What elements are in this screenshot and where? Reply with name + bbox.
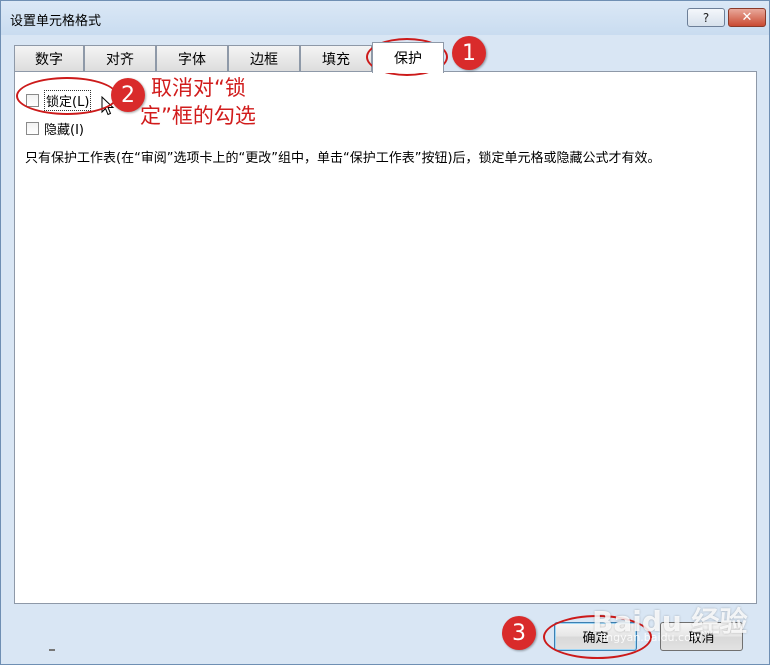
- locked-checkbox[interactable]: [26, 94, 39, 107]
- tab-font[interactable]: 字体: [156, 45, 228, 72]
- locked-option[interactable]: 锁定(L): [26, 90, 92, 111]
- tab-border[interactable]: 边框: [228, 45, 300, 72]
- hidden-option[interactable]: 隐藏(I): [26, 119, 84, 138]
- help-button[interactable]: ?: [687, 8, 725, 27]
- help-icon: ?: [702, 10, 710, 25]
- protection-description: 只有保护工作表(在“审阅”选项卡上的“更改”组中，单击“保护工作表”按钮)后，锁…: [25, 151, 661, 166]
- protection-panel: 锁定(L) 隐藏(I) 只有保护工作表(在“审阅”选项卡上的“更改”组中，单击“…: [14, 71, 757, 604]
- title-bar: 设置单元格格式 ? ✕: [1, 1, 769, 35]
- tab-fill[interactable]: 填充: [300, 45, 372, 72]
- ok-button[interactable]: 确定: [554, 622, 637, 651]
- tab-protection[interactable]: 保护: [372, 42, 444, 73]
- hidden-label[interactable]: 隐藏(I): [44, 119, 84, 138]
- close-button[interactable]: ✕: [728, 8, 766, 27]
- close-icon: ✕: [741, 10, 753, 25]
- format-cells-dialog: 设置单元格格式 ? ✕ 数字 对齐 字体 边框 填充 保护 锁定(L) 隐藏(I…: [0, 0, 770, 665]
- hidden-checkbox[interactable]: [26, 122, 39, 135]
- resize-grip: [49, 649, 55, 651]
- cancel-button[interactable]: 取消: [660, 622, 743, 651]
- tab-alignment[interactable]: 对齐: [84, 45, 156, 72]
- dialog-title: 设置单元格格式: [10, 14, 102, 29]
- tab-number[interactable]: 数字: [14, 45, 84, 72]
- locked-label[interactable]: 锁定(L): [44, 90, 92, 111]
